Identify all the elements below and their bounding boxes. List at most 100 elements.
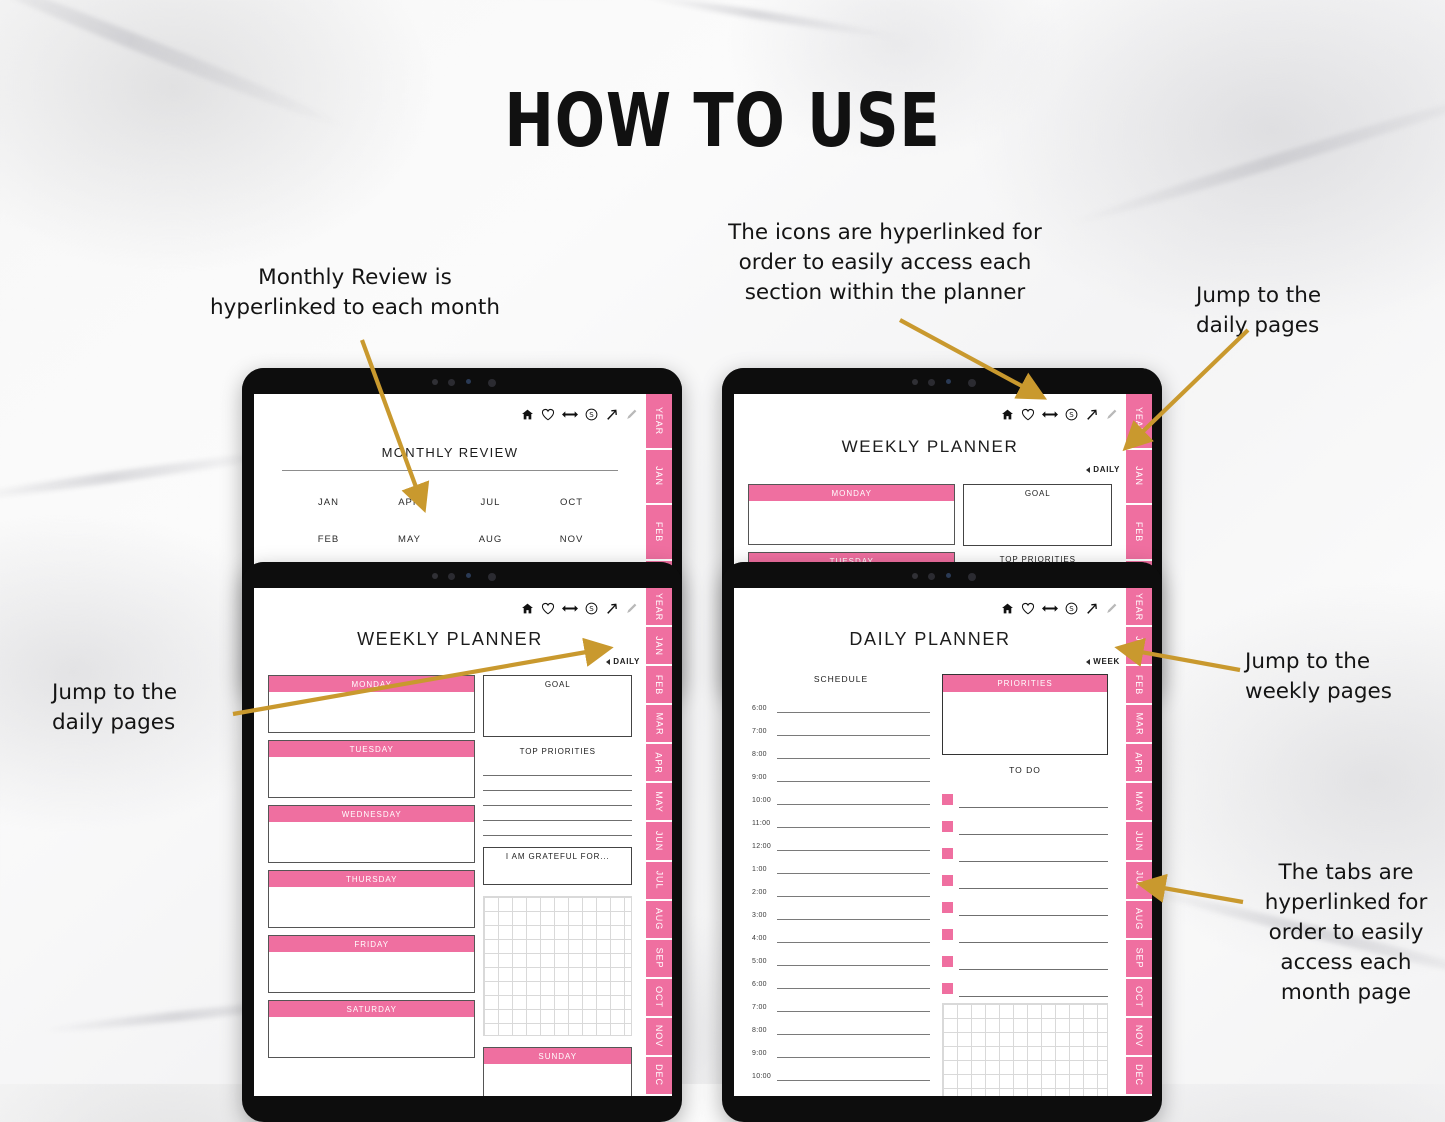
- priority-line[interactable]: [483, 761, 632, 776]
- day-body[interactable]: [269, 887, 475, 927]
- month-link[interactable]: APR: [369, 497, 450, 508]
- tab-aug[interactable]: AUG: [646, 900, 672, 940]
- tab-may[interactable]: MAY: [1126, 783, 1152, 823]
- schedule-line[interactable]: [777, 803, 930, 805]
- notes-grid-pad[interactable]: [483, 896, 632, 1036]
- tab-oct[interactable]: OCT: [646, 978, 672, 1018]
- tab-jun[interactable]: JUN: [646, 822, 672, 862]
- tab-year[interactable]: YEAR: [646, 394, 672, 450]
- todo-row[interactable]: [942, 862, 1108, 889]
- todo-row[interactable]: [942, 889, 1108, 916]
- tab-sep[interactable]: SEP: [646, 939, 672, 979]
- tab-jul[interactable]: JUL: [1126, 861, 1152, 901]
- day-box-thursday[interactable]: THURSDAY: [268, 870, 476, 928]
- todo-checkbox[interactable]: [942, 794, 953, 805]
- todo-row[interactable]: [942, 835, 1108, 862]
- left-right-arrow-icon[interactable]: [562, 603, 578, 614]
- day-body[interactable]: [269, 692, 475, 732]
- schedule-line[interactable]: [777, 964, 930, 966]
- todo-checkbox[interactable]: [942, 929, 953, 940]
- todo-line[interactable]: [959, 914, 1108, 916]
- dollar-circle-icon[interactable]: S: [1065, 408, 1078, 421]
- schedule-line[interactable]: [777, 1079, 930, 1081]
- month-link[interactable]: FEB: [288, 534, 369, 545]
- day-body[interactable]: [269, 1017, 475, 1057]
- heart-icon[interactable]: [541, 408, 555, 421]
- nav-link-daily[interactable]: DAILY: [254, 657, 646, 666]
- tab-may[interactable]: MAY: [646, 783, 672, 823]
- todo-line[interactable]: [959, 806, 1108, 808]
- day-box-tuesday[interactable]: TUESDAY: [268, 740, 476, 798]
- schedule-slot[interactable]: 8:00: [752, 1012, 930, 1035]
- heart-icon[interactable]: [1021, 408, 1035, 421]
- todo-checkbox[interactable]: [942, 902, 953, 913]
- todo-row[interactable]: [942, 970, 1108, 997]
- schedule-slot[interactable]: 5:00: [752, 943, 930, 966]
- schedule-slot[interactable]: 6:00: [752, 966, 930, 989]
- todo-line[interactable]: [959, 968, 1108, 970]
- schedule-slot[interactable]: 9:00: [752, 759, 930, 782]
- day-box-saturday[interactable]: SATURDAY: [268, 1000, 476, 1058]
- todo-line[interactable]: [959, 860, 1108, 862]
- tab-jan[interactable]: JAN: [646, 627, 672, 667]
- tab-sep[interactable]: SEP: [1126, 939, 1152, 979]
- left-right-arrow-icon[interactable]: [1042, 409, 1058, 420]
- schedule-line[interactable]: [777, 1010, 930, 1012]
- schedule-slot[interactable]: 2:00: [752, 874, 930, 897]
- nav-link-week[interactable]: WEEK: [734, 657, 1126, 666]
- tab-year[interactable]: YEAR: [1126, 394, 1152, 450]
- todo-checkbox[interactable]: [942, 956, 953, 967]
- nav-link-daily[interactable]: DAILY: [734, 465, 1126, 474]
- todo-row[interactable]: [942, 916, 1108, 943]
- trending-up-arrow-icon[interactable]: [605, 408, 618, 421]
- grateful-box[interactable]: I AM GRATEFUL FOR...: [483, 847, 632, 885]
- pencil-icon[interactable]: [625, 602, 638, 615]
- schedule-slot[interactable]: 3:00: [752, 897, 930, 920]
- day-box-monday[interactable]: MONDAY: [268, 675, 476, 733]
- tab-year[interactable]: YEAR: [646, 588, 672, 628]
- todo-checkbox[interactable]: [942, 875, 953, 886]
- schedule-line[interactable]: [777, 757, 930, 759]
- schedule-line[interactable]: [777, 872, 930, 874]
- pencil-icon[interactable]: [625, 408, 638, 421]
- pencil-icon[interactable]: [1105, 408, 1118, 421]
- schedule-slot[interactable]: 12:00: [752, 828, 930, 851]
- day-body[interactable]: [484, 1064, 631, 1096]
- month-link[interactable]: OCT: [531, 497, 612, 508]
- trending-up-arrow-icon[interactable]: [1085, 602, 1098, 615]
- schedule-slot[interactable]: 10:00: [752, 782, 930, 805]
- day-box-friday[interactable]: FRIDAY: [268, 935, 476, 993]
- notes-grid-pad[interactable]: [942, 1003, 1108, 1096]
- tab-year[interactable]: YEAR: [1126, 588, 1152, 628]
- todo-row[interactable]: [942, 808, 1108, 835]
- day-body[interactable]: [269, 952, 475, 992]
- tab-jun[interactable]: JUN: [1126, 822, 1152, 862]
- todo-checkbox[interactable]: [942, 848, 953, 859]
- schedule-slot[interactable]: 4:00: [752, 920, 930, 943]
- tab-mar[interactable]: MAR: [1126, 705, 1152, 745]
- day-box-wednesday[interactable]: WEDNESDAY: [268, 805, 476, 863]
- schedule-line[interactable]: [777, 1033, 930, 1035]
- schedule-slot[interactable]: 7:00: [752, 989, 930, 1012]
- schedule-line[interactable]: [777, 780, 930, 782]
- month-link[interactable]: MAY: [369, 534, 450, 545]
- day-body[interactable]: [269, 757, 475, 797]
- todo-checkbox[interactable]: [942, 821, 953, 832]
- priority-line[interactable]: [483, 806, 632, 821]
- dollar-circle-icon[interactable]: S: [585, 602, 598, 615]
- schedule-line[interactable]: [777, 918, 930, 920]
- schedule-slot[interactable]: 11:00: [752, 805, 930, 828]
- priority-line[interactable]: [483, 791, 632, 806]
- trending-up-arrow-icon[interactable]: [1085, 408, 1098, 421]
- tab-apr[interactable]: APR: [1126, 744, 1152, 784]
- day-box-monday[interactable]: MONDAY: [748, 484, 956, 545]
- schedule-slot[interactable]: 1:00: [752, 851, 930, 874]
- schedule-line[interactable]: [777, 849, 930, 851]
- tab-jul[interactable]: JUL: [646, 861, 672, 901]
- month-link[interactable]: JAN: [288, 497, 369, 508]
- tab-feb[interactable]: FEB: [646, 505, 672, 561]
- pencil-icon[interactable]: [1105, 602, 1118, 615]
- goal-box[interactable]: GOAL: [483, 675, 632, 737]
- home-icon[interactable]: [521, 408, 534, 421]
- heart-icon[interactable]: [1021, 602, 1035, 615]
